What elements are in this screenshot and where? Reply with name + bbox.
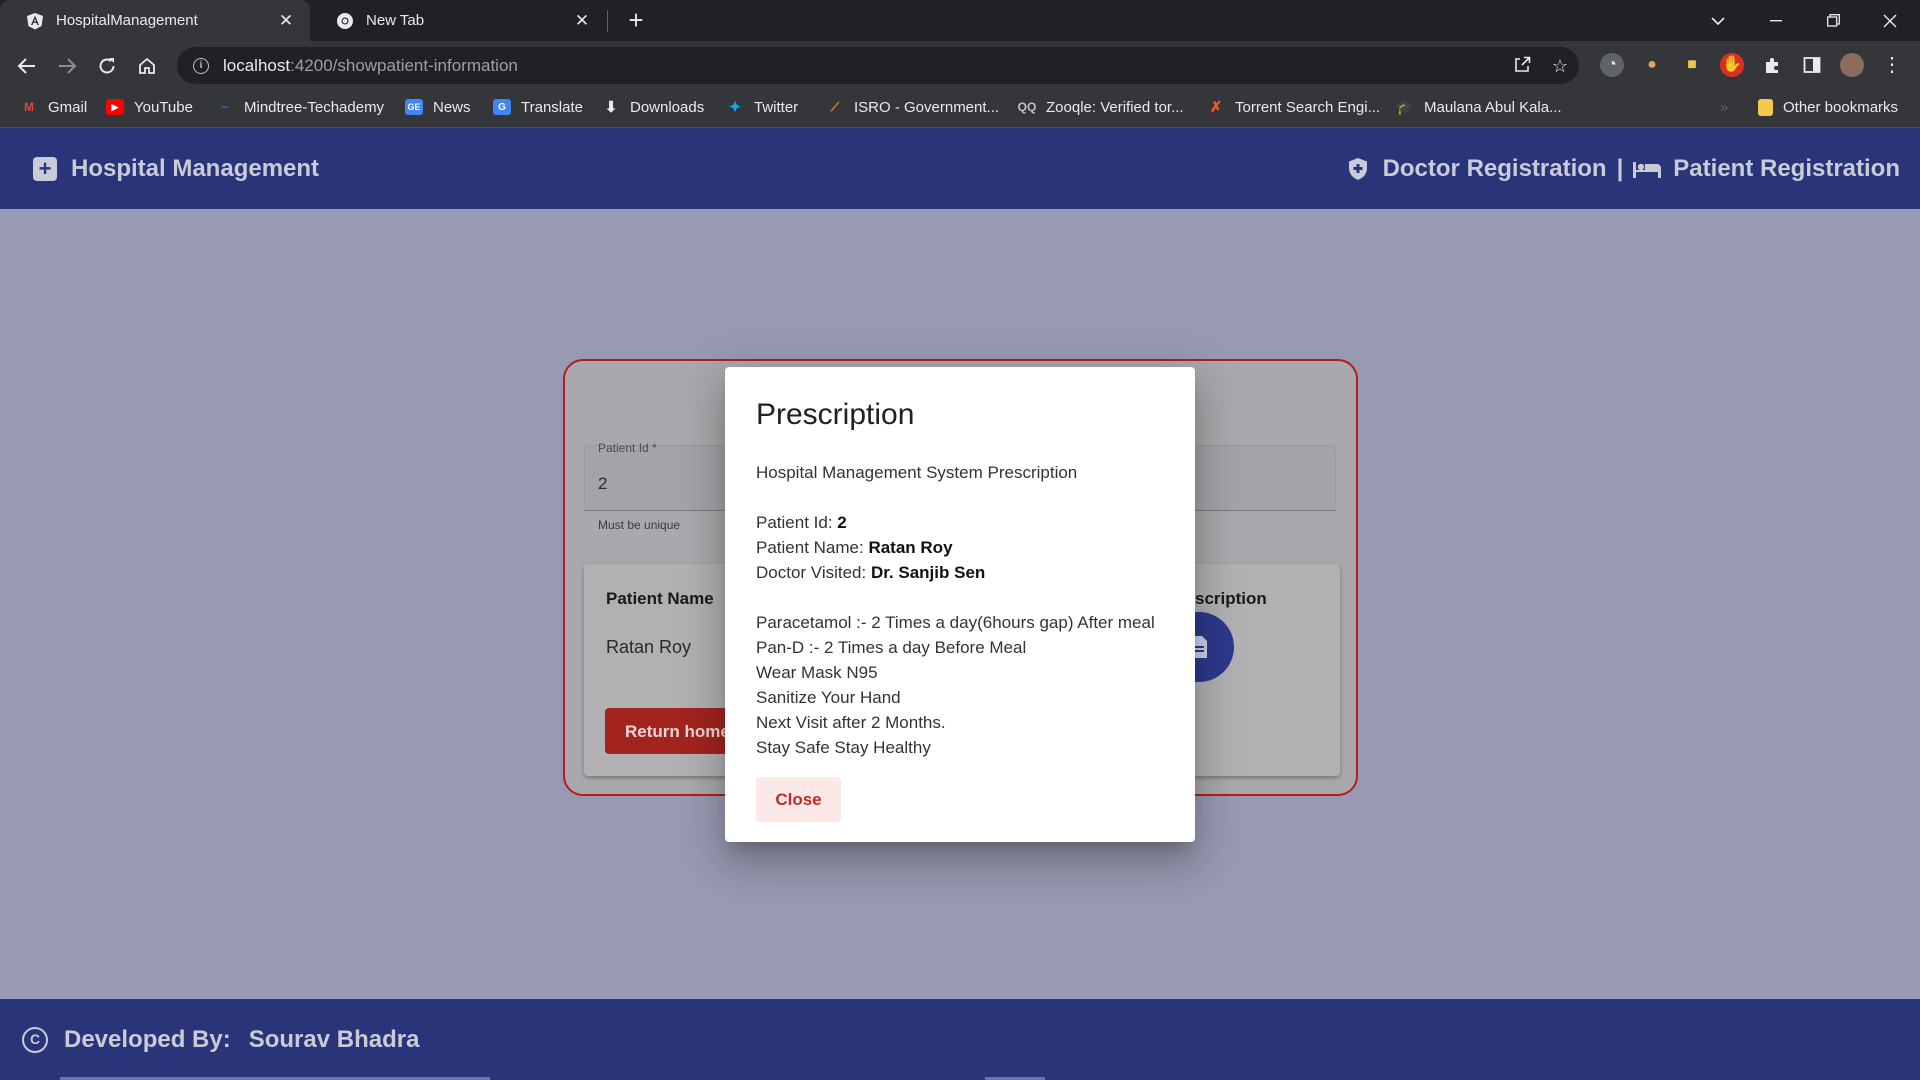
browser-tab-new-tab[interactable]: New Tab ✕ xyxy=(310,0,606,41)
instruction-line: Sanitize Your Hand xyxy=(756,688,901,707)
patient-name-line: Patient Name: Ratan Roy xyxy=(756,538,953,557)
cookie-extension-icon[interactable]: ● xyxy=(1640,53,1664,77)
browser-toolbar: i localhost:4200/showpatient-information… xyxy=(0,41,1920,90)
chrome-icon xyxy=(336,12,354,30)
url-host: localhost xyxy=(223,55,291,75)
tab-title: New Tab xyxy=(366,12,425,29)
doctor-visited-value: Dr. Sanjib Sen xyxy=(870,563,986,582)
bookmark-zooqle[interactable]: QQ Zooqle: Verified tor... xyxy=(1018,90,1184,124)
other-bookmarks-folder[interactable]: Other bookmarks xyxy=(1758,90,1898,124)
patient-id-value: 2 xyxy=(837,513,847,532)
bookmark-translate[interactable]: G Translate xyxy=(493,90,583,124)
bookmark-mindtree[interactable]: ~ Mindtree-Techademy xyxy=(216,90,384,124)
isro-icon: ⟋ xyxy=(830,99,840,114)
instruction-line: Pan-D :- 2 Times a day Before Meal xyxy=(756,638,1027,657)
angular-icon xyxy=(26,12,44,30)
close-window-icon[interactable] xyxy=(1862,0,1918,41)
torrent-icon: ✗ xyxy=(1209,99,1223,116)
more-menu-icon[interactable]: ⋮ xyxy=(1880,53,1904,77)
nav-separator: | xyxy=(1616,154,1624,182)
patient-id-line: Patient Id: 2 xyxy=(756,513,847,532)
bed-icon xyxy=(1633,161,1662,178)
twitter-icon: ✦ xyxy=(728,99,742,116)
dialog-subtitle: Hospital Management System Prescription xyxy=(756,463,1078,482)
minimize-window-icon[interactable] xyxy=(1748,0,1804,41)
patient-name-value: Ratan Roy xyxy=(868,538,953,557)
puzzle-extensions-icon[interactable] xyxy=(1760,53,1784,77)
forward-arrow-icon[interactable] xyxy=(52,51,82,81)
tab-search-icon[interactable] xyxy=(1690,0,1746,41)
google-news-icon: GE xyxy=(405,99,423,115)
shield-icon xyxy=(1348,157,1367,180)
bookmark-news[interactable]: GE News xyxy=(405,90,471,124)
new-tab-button[interactable]: + xyxy=(622,7,650,35)
dialog-title: Prescription xyxy=(756,398,915,431)
hospital-plus-icon: + xyxy=(33,156,57,181)
instruction-line: Paracetamol :- 2 Times a day(6hours gap)… xyxy=(756,613,1155,632)
brand-title: Hospital Management xyxy=(71,154,320,182)
instruction-line: Wear Mask N95 xyxy=(756,663,878,682)
notes-extension-icon[interactable]: ■ xyxy=(1680,53,1704,77)
app-header: + Hospital Management Doctor Registratio… xyxy=(0,128,1920,209)
column-header-prescription: scription xyxy=(1195,589,1267,608)
bookmark-gmail[interactable]: M Gmail xyxy=(20,90,87,124)
bookmark-downloads[interactable]: ⬇ Downloads xyxy=(602,90,705,124)
reload-icon[interactable] xyxy=(92,51,122,81)
folder-icon xyxy=(1758,98,1773,116)
tab-divider xyxy=(607,10,608,32)
url-path: :4200/showpatient-information xyxy=(290,55,518,75)
patient-id-input-value[interactable]: 2 xyxy=(598,474,607,494)
mindtree-icon: ~ xyxy=(221,100,229,114)
zooqle-icon: QQ xyxy=(1017,100,1037,114)
patient-id-hint: Must be unique xyxy=(598,518,681,532)
bookmark-star-icon[interactable]: ☆ xyxy=(1549,55,1571,77)
download-icon: ⬇ xyxy=(604,99,618,116)
close-tab-icon[interactable]: ✕ xyxy=(572,11,592,31)
browser-tab-hospitalmanagement[interactable]: HospitalManagement ✕ xyxy=(0,0,310,41)
home-icon[interactable] xyxy=(132,51,162,81)
youtube-icon: ▶ xyxy=(106,99,124,115)
extension-icon[interactable]: ◔ xyxy=(1600,53,1624,77)
google-translate-icon: G xyxy=(493,99,511,115)
instruction-line: Stay Safe Stay Healthy xyxy=(756,738,931,757)
header-nav: Doctor Registration | Patient Registrati… xyxy=(1347,128,1900,209)
restore-window-icon[interactable] xyxy=(1805,0,1861,41)
developed-by-label: Developed By: xyxy=(64,1025,231,1053)
graduation-cap-icon: 🎓 xyxy=(1396,98,1414,115)
site-info-icon[interactable]: i xyxy=(193,57,209,74)
doctor-registration-link[interactable]: Doctor Registration xyxy=(1383,155,1607,183)
adblock-extension-icon[interactable]: ✋ xyxy=(1720,53,1744,77)
developer-name: Sourav Bhadra xyxy=(248,1025,420,1053)
bookmark-maulana[interactable]: 🎓 Maulana Abul Kala... xyxy=(1396,90,1561,124)
instruction-line: Next Visit after 2 Months. xyxy=(756,713,946,732)
close-tab-icon[interactable]: ✕ xyxy=(276,11,296,31)
brand[interactable]: + Hospital Management xyxy=(33,128,319,209)
bookmark-youtube[interactable]: ▶ YouTube xyxy=(106,90,193,124)
dialog-content: Hospital Management System Prescription … xyxy=(756,460,1176,760)
bookmarks-overflow-icon[interactable]: » xyxy=(1720,90,1728,124)
column-header-patient-name: Patient Name xyxy=(606,589,714,608)
doctor-visited-line: Doctor Visited: Dr. Sanjib Sen xyxy=(756,563,986,582)
bookmarks-bar: M Gmail ▶ YouTube ~ Mindtree-Techademy GE Ne… xyxy=(0,90,1920,128)
browser-tab-strip: HospitalManagement ✕ New Tab ✕ + xyxy=(0,0,1920,41)
patient-id-label: Patient Id * xyxy=(598,441,657,455)
patient-name-cell: Ratan Roy xyxy=(606,637,692,657)
profile-avatar[interactable] xyxy=(1840,53,1864,77)
bookmark-torrent-search[interactable]: ✗ Torrent Search Engi... xyxy=(1207,90,1380,124)
share-icon[interactable] xyxy=(1511,55,1533,77)
tab-title: HospitalManagement xyxy=(56,12,198,29)
footer-credit: C Developed By: Sourav Bhadra xyxy=(22,999,419,1080)
prescription-dialog: Prescription Hospital Management System … xyxy=(725,367,1195,842)
gmail-icon: M xyxy=(24,100,34,114)
address-bar[interactable]: i localhost:4200/showpatient-information… xyxy=(177,47,1579,84)
patient-registration-link[interactable]: Patient Registration xyxy=(1673,155,1900,183)
bookmark-twitter[interactable]: ✦ Twitter xyxy=(726,90,798,124)
bookmark-isro[interactable]: ⟋ ISRO - Government... xyxy=(826,90,999,124)
copyright-icon: C xyxy=(22,1026,48,1053)
return-home-button[interactable]: Return home xyxy=(605,708,735,754)
close-button[interactable]: Close xyxy=(756,777,841,822)
side-panel-icon[interactable] xyxy=(1800,53,1824,77)
back-arrow-icon[interactable] xyxy=(12,51,42,81)
app-footer: C Developed By: Sourav Bhadra xyxy=(0,999,1920,1080)
